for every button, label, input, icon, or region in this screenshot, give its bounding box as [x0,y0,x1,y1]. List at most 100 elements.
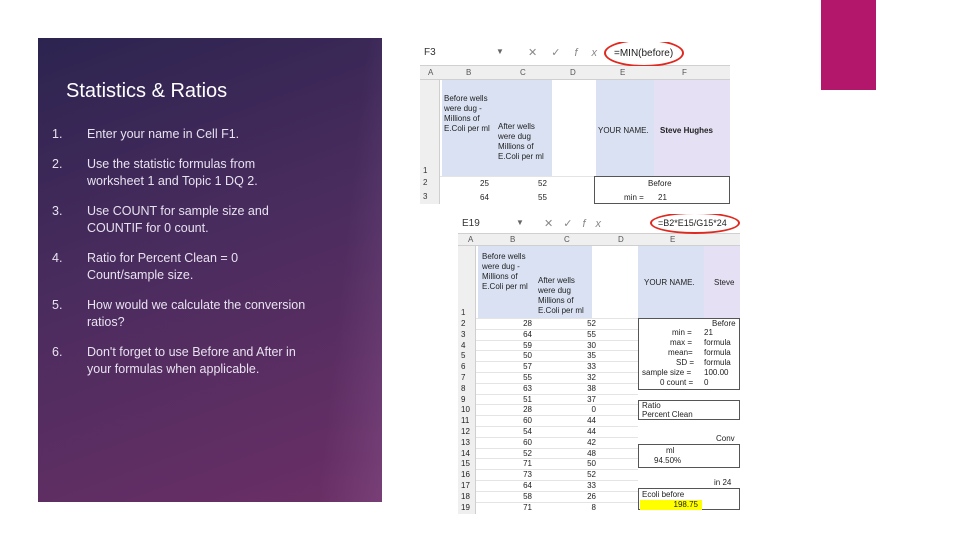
after-value-cell[interactable]: 48 [568,449,596,459]
before-value-cell[interactable]: 58 [508,492,532,502]
before-value-cell[interactable]: 55 [508,373,532,383]
row-number[interactable]: 17 [461,481,470,491]
cell-b3[interactable]: 64 [480,193,489,203]
column-header[interactable]: F [682,68,687,77]
before-header-cell[interactable]: Before wells were dug - Millions of E.Co… [442,80,496,176]
before-value-cell[interactable]: 71 [508,459,532,469]
row-number[interactable]: 9 [461,395,465,405]
after-value-cell[interactable]: 52 [568,470,596,480]
row-number[interactable]: 1 [461,308,465,317]
row-number[interactable]: 5 [461,351,465,361]
after-value-cell[interactable]: 44 [568,416,596,426]
after-value-cell[interactable]: 32 [568,373,596,383]
column-header[interactable]: B [466,68,471,77]
stat-value[interactable]: 21 [704,328,713,338]
row-number[interactable]: 3 [423,192,427,201]
cell-c3[interactable]: 55 [538,193,547,203]
after-value-cell[interactable]: 55 [568,330,596,340]
stat-value[interactable]: formula [704,358,731,368]
ecoli-before-label[interactable]: Ecoli before [642,490,684,500]
name-value-cell[interactable]: Steve Hughes [654,80,730,176]
after-header-cell[interactable]: After wells were dug Millions of E.Coli … [496,80,552,176]
chevron-down-icon[interactable]: ▼ [516,218,524,227]
after-value-cell[interactable]: 30 [568,341,596,351]
in24-label[interactable]: in 24 [714,478,731,488]
row-number[interactable]: 3 [461,330,465,340]
stat-label[interactable]: mean= [668,348,693,358]
column-header[interactable]: D [618,235,624,244]
before-value-cell[interactable]: 54 [508,427,532,437]
row-number[interactable]: 6 [461,362,465,372]
before-header-cell[interactable]: Before wells were dug - Millions of E.Co… [478,246,532,318]
column-header[interactable]: A [468,235,473,244]
stat-label[interactable]: SD = [676,358,694,368]
after-value-cell[interactable]: 50 [568,459,596,469]
your-name-cell[interactable]: YOUR NAME. [596,80,654,176]
before-value-cell[interactable]: 60 [508,438,532,448]
ml-label[interactable]: ml [666,446,674,456]
before-value-cell[interactable]: 60 [508,416,532,426]
stat-value[interactable]: formula [704,338,731,348]
stat-label[interactable]: min = [672,328,692,338]
column-header[interactable]: A [428,68,433,77]
row-number[interactable]: 4 [461,341,465,351]
ecoli-before-value[interactable]: 198.75 [640,500,702,510]
name-box[interactable]: F3 [424,47,436,58]
row-number[interactable]: 11 [461,416,469,426]
row-number[interactable]: 8 [461,384,465,394]
your-name-cell[interactable]: YOUR NAME. [638,246,704,318]
before-value-cell[interactable]: 28 [508,319,532,329]
before-value-cell[interactable]: 51 [508,395,532,405]
percent-clean-label[interactable]: Percent Clean [642,410,693,420]
cell-f3[interactable]: 21 [658,193,667,203]
after-value-cell[interactable]: 37 [568,395,596,405]
before-value-cell[interactable]: 63 [508,384,532,394]
after-value-cell[interactable]: 35 [568,351,596,361]
column-header[interactable]: B [510,235,515,244]
after-value-cell[interactable]: 44 [568,427,596,437]
before-value-cell[interactable]: 57 [508,362,532,372]
cell-e3[interactable]: min = [624,193,644,203]
stat-label[interactable]: 0 count = [660,378,693,388]
before-value-cell[interactable]: 52 [508,449,532,459]
stat-value[interactable]: 100.00 [704,368,728,378]
after-value-cell[interactable]: 0 [568,405,596,415]
stat-label[interactable]: max = [670,338,692,348]
after-value-cell[interactable]: 38 [568,384,596,394]
conv-label[interactable]: Conv [716,434,735,444]
after-value-cell[interactable]: 33 [568,362,596,372]
before-value-cell[interactable]: 71 [508,503,532,513]
name-value-cell[interactable]: Steve [704,246,740,318]
cell-b2[interactable]: 25 [480,179,489,189]
before-value-cell[interactable]: 28 [508,405,532,415]
cell-c2[interactable]: 52 [538,179,547,189]
column-header[interactable]: D [570,68,576,77]
column-header[interactable]: E [620,68,625,77]
row-number[interactable]: 14 [461,449,470,459]
chevron-down-icon[interactable]: ▼ [496,47,504,56]
stat-value[interactable]: formula [704,348,731,358]
percent-value[interactable]: 94.50% [654,456,681,466]
row-number[interactable]: 2 [423,178,427,187]
row-number[interactable]: 1 [423,166,427,175]
row-number[interactable]: 13 [461,438,470,448]
before-value-cell[interactable]: 59 [508,341,532,351]
before-value-cell[interactable]: 64 [508,330,532,340]
row-number[interactable]: 12 [461,427,470,437]
before-value-cell[interactable]: 64 [508,481,532,491]
row-number[interactable]: 15 [461,459,470,469]
stat-label[interactable]: sample size = [642,368,691,378]
row-number[interactable]: 16 [461,470,470,480]
formula-bar-icons[interactable]: ✕✓fx [528,46,611,59]
row-number[interactable]: 10 [461,405,470,415]
formula-bar-icons[interactable]: ✕✓fx [544,217,611,230]
stat-value[interactable]: 0 [704,378,708,388]
column-header[interactable]: C [564,235,570,244]
before-value-cell[interactable]: 73 [508,470,532,480]
after-value-cell[interactable]: 52 [568,319,596,329]
row-number[interactable]: 19 [461,503,470,513]
after-value-cell[interactable]: 33 [568,481,596,491]
row-number[interactable]: 18 [461,492,470,502]
column-header[interactable]: E [670,235,675,244]
column-header[interactable]: C [520,68,526,77]
